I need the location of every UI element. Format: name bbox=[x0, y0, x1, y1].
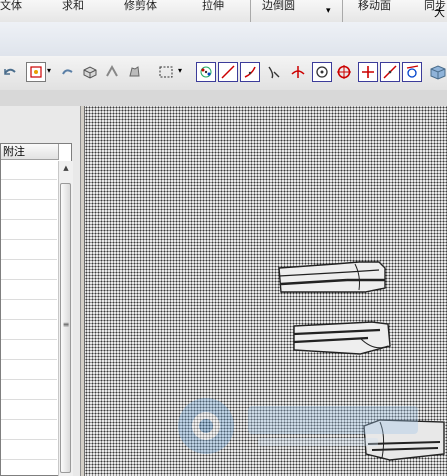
list-row-divider bbox=[1, 219, 57, 220]
part-model[interactable] bbox=[290, 318, 395, 358]
list-row-divider bbox=[1, 399, 57, 400]
list-row-divider bbox=[1, 459, 57, 460]
vertical-scrollbar[interactable]: ▲ ≡ bbox=[58, 161, 73, 476]
diagonal-line-icon[interactable] bbox=[380, 62, 400, 82]
redo-arrow-icon[interactable] bbox=[58, 62, 78, 82]
list-row-divider bbox=[1, 299, 57, 300]
view-cube-icon[interactable] bbox=[428, 62, 447, 82]
list-row-divider bbox=[1, 339, 57, 340]
scroll-up-arrow-icon[interactable]: ▲ bbox=[59, 161, 73, 175]
sketch-icon[interactable] bbox=[26, 62, 46, 82]
menu-item-move-face[interactable]: 移动面 bbox=[358, 0, 391, 13]
menu-item-edge-blend[interactable]: 边倒圆 bbox=[262, 0, 295, 13]
snap-grid-icon[interactable] bbox=[102, 62, 122, 82]
tangent-icon[interactable] bbox=[402, 62, 422, 82]
list-row-divider bbox=[1, 359, 57, 360]
thumb-grip-icon: ≡ bbox=[62, 320, 70, 329]
list-row-divider bbox=[1, 259, 57, 260]
chevron-down-icon[interactable]: ▾ bbox=[178, 66, 182, 75]
list-row-divider bbox=[1, 439, 57, 440]
list-row-divider bbox=[1, 379, 57, 380]
undo-arrow-icon[interactable] bbox=[0, 62, 20, 82]
chevron-down-icon[interactable]: ▾ bbox=[47, 66, 51, 75]
ribbon-band bbox=[0, 22, 447, 57]
menu-dropdown-icon[interactable]: ▾ bbox=[326, 6, 331, 16]
box-icon[interactable] bbox=[80, 62, 100, 82]
plus-icon[interactable] bbox=[358, 62, 378, 82]
menu-item-trim-body[interactable]: 修剪体 bbox=[124, 0, 157, 13]
list-row-divider bbox=[1, 239, 57, 240]
menu-overflow-label: 大 bbox=[434, 6, 445, 19]
arc-icon[interactable] bbox=[240, 62, 260, 82]
menu-item-extrude[interactable]: 拉伸 bbox=[202, 0, 224, 13]
menu-strip: 文体 求和 修剪体 拉伸 边倒圆 ▾ 移动面 同步 大 bbox=[0, 0, 447, 23]
circle-icon[interactable] bbox=[334, 62, 354, 82]
menu-separator bbox=[342, 0, 343, 22]
line-icon[interactable] bbox=[218, 62, 238, 82]
navigator-header-strip bbox=[0, 90, 447, 106]
list-row-divider bbox=[1, 279, 57, 280]
menu-item-body[interactable]: 文体 bbox=[0, 0, 22, 13]
navigator-list: 附注 ▲ ≡ bbox=[0, 143, 73, 476]
center-icon[interactable] bbox=[312, 62, 332, 82]
list-row-divider bbox=[1, 319, 57, 320]
menu-item-unite[interactable]: 求和 bbox=[62, 0, 84, 13]
list-row-divider bbox=[1, 419, 57, 420]
hand-tool-icon[interactable] bbox=[124, 62, 144, 82]
column-header-notes[interactable]: 附注 bbox=[1, 144, 59, 160]
watermark-logo bbox=[170, 388, 440, 458]
list-row-divider bbox=[1, 179, 57, 180]
select-rectangle-icon[interactable] bbox=[156, 62, 176, 82]
list-row-divider bbox=[1, 199, 57, 200]
point-icon[interactable] bbox=[196, 62, 216, 82]
curve-icon[interactable] bbox=[264, 62, 284, 82]
scrollbar-thumb[interactable]: ≡ bbox=[60, 183, 71, 473]
part-model[interactable] bbox=[275, 258, 390, 298]
intersection-icon[interactable] bbox=[288, 62, 308, 82]
menu-separator bbox=[250, 0, 251, 22]
